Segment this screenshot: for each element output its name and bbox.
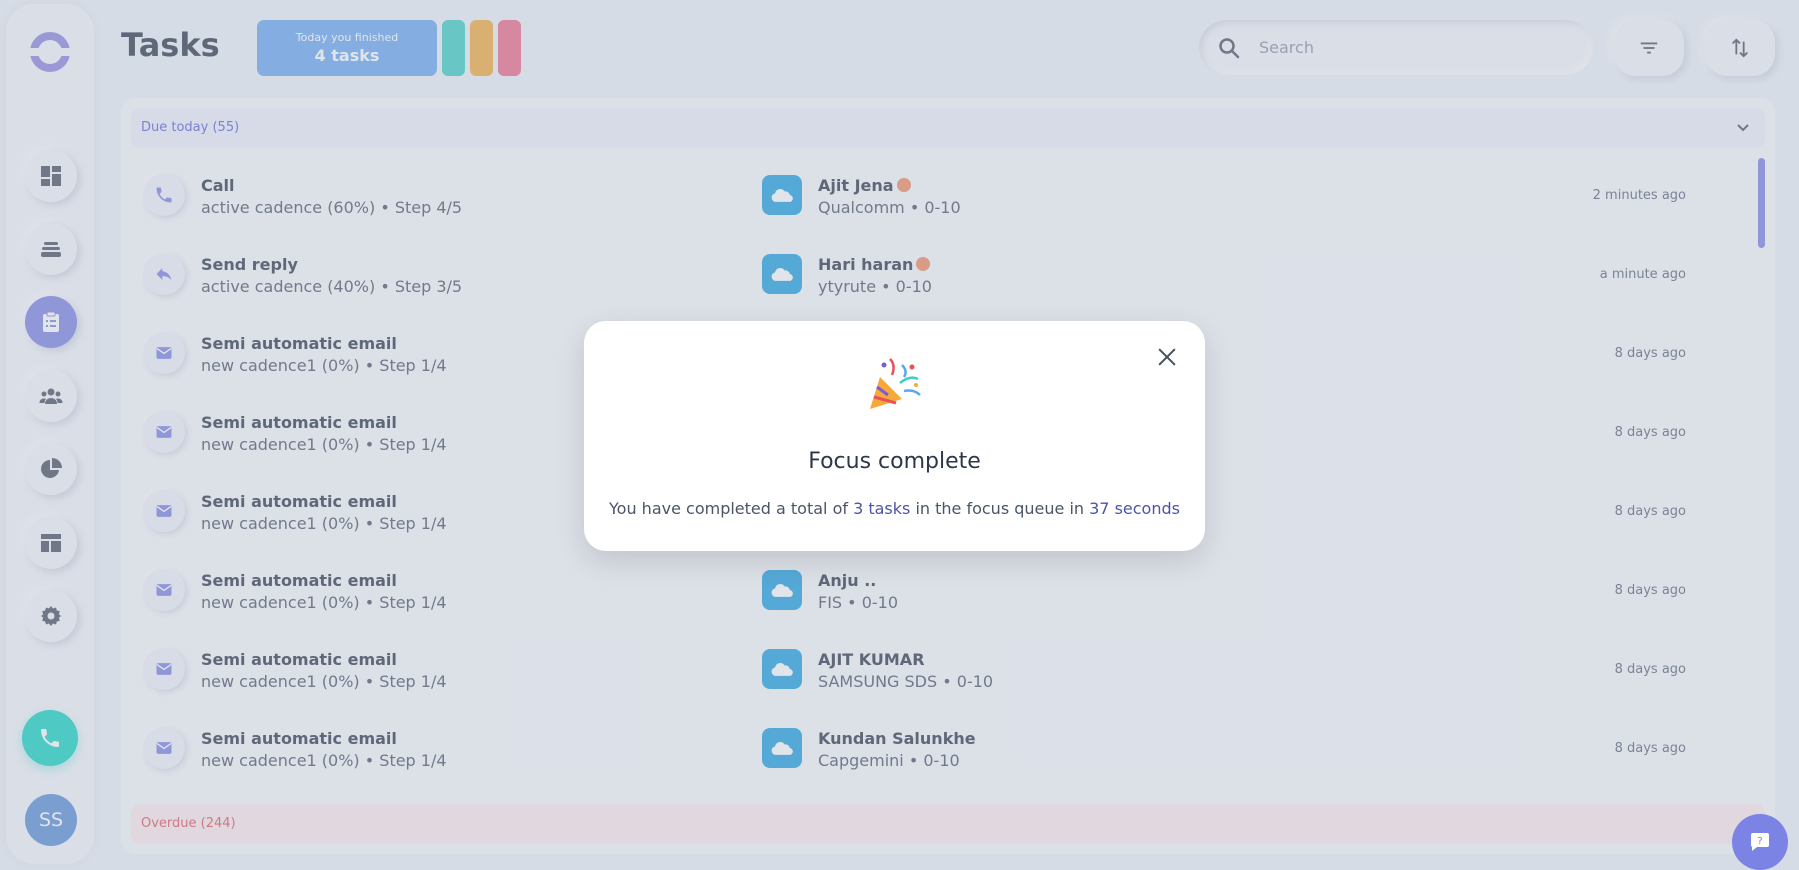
close-icon — [1158, 348, 1176, 366]
focus-duration: 37 seconds — [1089, 499, 1180, 518]
dialog-message: You have completed a total of 3 tasks in… — [584, 499, 1205, 518]
party-popper-icon — [870, 358, 921, 409]
tasks-count: 3 tasks — [853, 499, 911, 518]
focus-complete-dialog: Focus complete You have completed a tota… — [584, 321, 1205, 551]
message-part: You have completed a total of — [609, 499, 854, 518]
svg-text:?: ? — [1757, 836, 1762, 847]
help-chat-button[interactable]: ? — [1732, 814, 1788, 870]
dialog-title: Focus complete — [808, 449, 981, 474]
chat-help-icon: ? — [1751, 833, 1769, 851]
message-part: in the focus queue in — [910, 499, 1090, 518]
close-button[interactable] — [1153, 343, 1181, 371]
